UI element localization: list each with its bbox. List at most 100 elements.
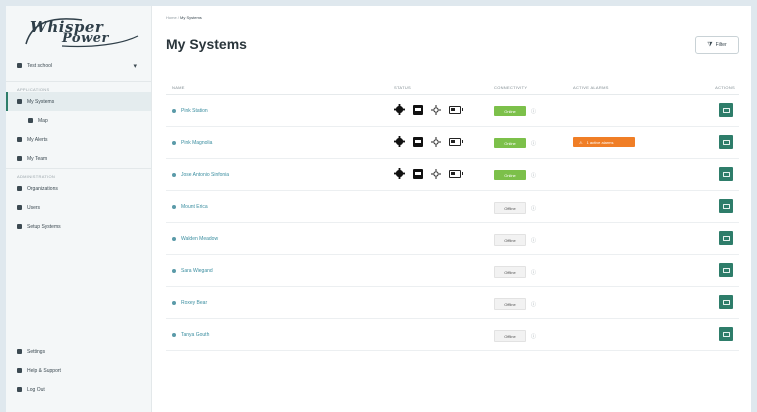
nav-section-applications: Applications — [6, 81, 151, 92]
connectivity-badge: Online — [494, 138, 526, 148]
sidebar: Whisper Power Test school ▾ Applications… — [6, 6, 152, 412]
open-system-button[interactable] — [719, 263, 733, 277]
status-icons — [394, 104, 469, 115]
sidebar-item-label: Log Out — [27, 386, 45, 393]
column-header-connectivity[interactable]: CONNECTIVITY — [494, 85, 527, 90]
status-icons — [394, 136, 469, 147]
table-row[interactable]: Jose Antonio Sinfonia Online ⓘ — [166, 159, 739, 191]
open-system-button[interactable] — [719, 167, 733, 181]
chevron-down-icon: ▾ — [133, 62, 137, 70]
open-system-button[interactable] — [719, 103, 733, 117]
info-icon[interactable]: ⓘ — [531, 269, 536, 276]
sidebar-item-label: Help & Support — [27, 367, 61, 374]
open-system-button[interactable] — [719, 327, 733, 341]
logo-text-bottom: Power — [62, 31, 109, 46]
system-name-link[interactable]: Mount Erica — [172, 204, 208, 210]
connectivity-badge: Online — [494, 106, 526, 116]
gear-icon — [17, 349, 22, 354]
table-header: NAME STATUS CONNECTIVITY ACTIVE ALARMS A… — [166, 82, 739, 95]
system-name: Roxey Bear — [181, 300, 208, 306]
info-icon[interactable]: ⓘ — [531, 108, 536, 115]
system-name-link[interactable]: Pink Magnolia — [172, 140, 212, 146]
table-row[interactable]: Mount Erica Offline ⓘ — [166, 191, 739, 223]
sidebar-item-label: My Systems — [27, 98, 55, 105]
sidebar-item-logout[interactable]: Log Out — [6, 380, 151, 399]
sidebar-item-my-systems[interactable]: My Systems — [6, 92, 151, 111]
system-name-link[interactable]: Jose Antonio Sinfonia — [172, 172, 229, 178]
team-icon — [17, 156, 22, 161]
system-name-link[interactable]: Walden Meadow — [172, 236, 218, 242]
sidebar-item-map[interactable]: Map — [6, 111, 151, 130]
info-icon[interactable]: ⓘ — [531, 301, 536, 308]
sidebar-item-label: Settings — [27, 348, 46, 355]
open-system-button[interactable] — [719, 295, 733, 309]
open-icon — [722, 331, 730, 337]
connectivity-cell: Online ⓘ — [494, 106, 536, 116]
org-selector[interactable]: Test school ▾ — [6, 56, 151, 75]
open-system-button[interactable] — [719, 231, 733, 245]
info-icon[interactable]: ⓘ — [531, 140, 536, 147]
table-row[interactable]: Sara Wiegand Offline ⓘ — [166, 255, 739, 287]
building-icon — [17, 186, 22, 191]
table-row[interactable]: Pink Station Online ⓘ — [166, 95, 739, 127]
info-icon[interactable]: ⓘ — [531, 237, 536, 244]
info-icon[interactable]: ⓘ — [531, 333, 536, 340]
map-icon — [28, 118, 33, 123]
active-alarm-badge[interactable]: ⚠ 1 active alarms — [573, 137, 635, 147]
open-icon — [722, 171, 730, 177]
breadcrumb-current: My Systems — [180, 15, 202, 20]
filter-icon: ⧩ — [707, 41, 713, 48]
sidebar-item-my-team[interactable]: My Team — [6, 149, 151, 168]
org-icon — [17, 63, 22, 68]
nav-section-administration: Administration — [6, 168, 151, 179]
system-icon — [172, 237, 176, 241]
sun-icon — [431, 136, 441, 147]
filter-button[interactable]: ⧩ Filter — [695, 36, 739, 54]
sun-icon — [431, 168, 441, 179]
system-name: Mount Erica — [181, 204, 208, 210]
system-name-link[interactable]: Roxey Bear — [172, 300, 207, 306]
sun-icon — [431, 104, 441, 115]
connectivity-badge: Online — [494, 170, 526, 180]
breadcrumb-root[interactable]: Home — [166, 15, 177, 20]
sidebar-item-my-alerts[interactable]: My Alerts — [6, 130, 151, 149]
main-content: Home / My Systems My Systems ⧩ Filter NA… — [152, 6, 751, 412]
system-icon — [172, 141, 176, 145]
column-header-name[interactable]: NAME — [172, 85, 185, 90]
system-name: Pink Magnolia — [181, 140, 213, 146]
connectivity-badge: Offline — [494, 298, 526, 310]
battery-icon — [449, 137, 463, 146]
table-row[interactable]: Tanya Gouth Offline ⓘ — [166, 319, 739, 351]
connectivity-badge: Offline — [494, 266, 526, 278]
sidebar-item-users[interactable]: Users — [6, 198, 151, 217]
open-system-button[interactable] — [719, 199, 733, 213]
system-icon — [172, 205, 176, 209]
table-row[interactable]: Pink Magnolia Online ⓘ ⚠ 1 active alarms — [166, 127, 739, 159]
connectivity-badge: Offline — [494, 202, 526, 214]
sidebar-item-setup-systems[interactable]: Setup Systems — [6, 217, 151, 236]
sidebar-item-help[interactable]: Help & Support — [6, 361, 151, 380]
system-name-link[interactable]: Tanya Gouth — [172, 332, 209, 338]
setup-icon — [17, 224, 22, 229]
connectivity-badge: Offline — [494, 330, 526, 342]
system-name-link[interactable]: Pink Station — [172, 108, 208, 114]
open-icon — [722, 299, 730, 305]
table-row[interactable]: Roxey Bear Offline ⓘ — [166, 287, 739, 319]
alarm-label: 1 active alarms — [586, 139, 614, 145]
system-name-link[interactable]: Sara Wiegand — [172, 268, 213, 274]
sidebar-item-organizations[interactable]: Organizations — [6, 179, 151, 198]
column-header-active-alarms[interactable]: ACTIVE ALARMS — [573, 85, 609, 90]
system-icon — [172, 109, 176, 113]
open-system-button[interactable] — [719, 135, 733, 149]
info-icon[interactable]: ⓘ — [531, 205, 536, 212]
sidebar-item-label: Users — [27, 204, 41, 211]
brand-logo[interactable]: Whisper Power — [22, 14, 140, 50]
sidebar-item-settings[interactable]: Settings — [6, 342, 151, 361]
system-name: Walden Meadow — [181, 236, 219, 242]
column-header-status[interactable]: STATUS — [394, 85, 411, 90]
sidebar-item-label: Setup Systems — [27, 223, 61, 230]
table-row[interactable]: Walden Meadow Offline ⓘ — [166, 223, 739, 255]
info-icon[interactable]: ⓘ — [531, 172, 536, 179]
inverter-icon — [413, 104, 423, 115]
connectivity-cell: Offline ⓘ — [494, 266, 536, 278]
